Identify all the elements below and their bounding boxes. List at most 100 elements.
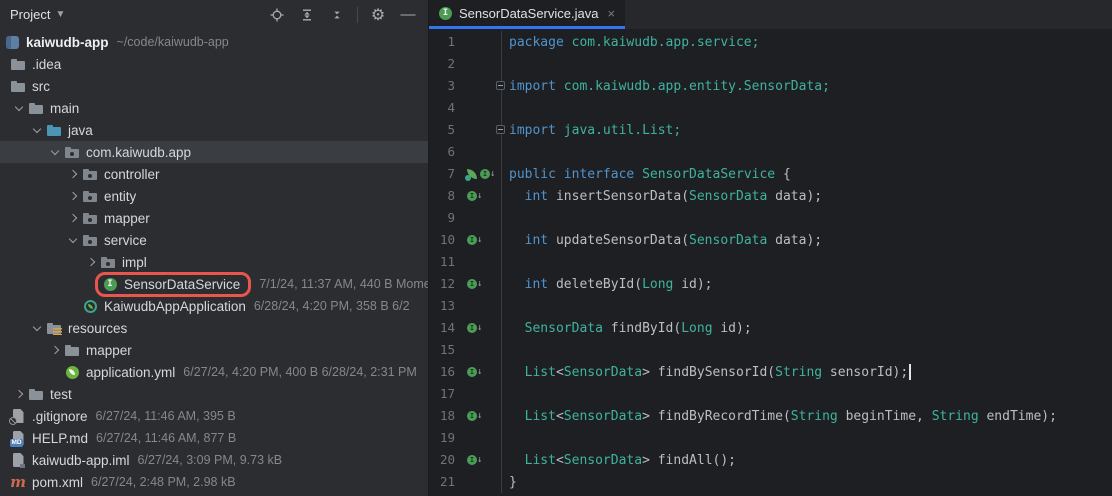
implemented-icon[interactable]: I↓ xyxy=(467,455,482,465)
implemented-icon[interactable]: I↓ xyxy=(467,411,482,421)
code-line-16[interactable]: 16I↓ List<SensorData> findBySensorId(Str… xyxy=(429,361,1112,383)
implemented-icon[interactable]: I↓ xyxy=(467,235,482,245)
locate-file-icon[interactable] xyxy=(265,4,289,26)
line-number[interactable]: 18 xyxy=(429,405,455,427)
chevron-down-icon[interactable] xyxy=(64,238,82,242)
code-line-3[interactable]: 3import com.kaiwudb.app.entity.SensorDat… xyxy=(429,75,1112,97)
line-number[interactable]: 16 xyxy=(429,361,455,383)
line-number[interactable]: 7 xyxy=(429,163,455,185)
line-number[interactable]: 10 xyxy=(429,229,455,251)
code-line-11[interactable]: 11 xyxy=(429,251,1112,273)
code-text xyxy=(501,383,1112,405)
code-line-6[interactable]: 6 xyxy=(429,141,1112,163)
tree-item-src[interactable]: src xyxy=(0,75,428,97)
tree-item-help-md[interactable]: MDHELP.md6/27/24, 11:46 AM, 877 B xyxy=(0,427,428,449)
line-number[interactable]: 17 xyxy=(429,383,455,405)
tree-item-main[interactable]: main xyxy=(0,97,428,119)
fold-marker-icon[interactable] xyxy=(496,81,505,90)
implemented-icon[interactable]: I↓ xyxy=(467,367,482,377)
line-number[interactable]: 5 xyxy=(429,119,455,141)
close-icon[interactable]: × xyxy=(607,6,615,21)
line-number[interactable]: 15 xyxy=(429,339,455,361)
code-line-13[interactable]: 13 xyxy=(429,295,1112,317)
line-number[interactable]: 19 xyxy=(429,427,455,449)
tree-item-gitignore[interactable]: .gitignore6/27/24, 11:46 AM, 395 B xyxy=(0,405,428,427)
code-line-17[interactable]: 17 xyxy=(429,383,1112,405)
code-line-5[interactable]: 5import java.util.List; xyxy=(429,119,1112,141)
tree-item-kaiwudb-app-iml[interactable]: kaiwudb-app.iml6/27/24, 3:09 PM, 9.73 kB xyxy=(0,449,428,471)
tree-item-label: com.kaiwudb.app xyxy=(86,145,191,160)
code-line-19[interactable]: 19 xyxy=(429,427,1112,449)
chevron-down-icon[interactable]: ▼ xyxy=(55,9,65,20)
line-number[interactable]: 9 xyxy=(429,207,455,229)
chevron-right-icon[interactable] xyxy=(64,215,82,221)
line-number[interactable]: 21 xyxy=(429,471,455,493)
chevron-right-icon[interactable] xyxy=(46,347,64,353)
collapse-all-icon[interactable] xyxy=(325,4,349,26)
line-number[interactable]: 13 xyxy=(429,295,455,317)
implemented-icon[interactable]: I↓ xyxy=(480,169,495,179)
line-number[interactable]: 6 xyxy=(429,141,455,163)
tree-item-application-yml[interactable]: application.yml6/27/24, 4:20 PM, 400 B 6… xyxy=(0,361,428,383)
expand-all-icon[interactable] xyxy=(295,4,319,26)
code-line-9[interactable]: 9 xyxy=(429,207,1112,229)
tree-item-java[interactable]: java xyxy=(0,119,428,141)
folder-icon xyxy=(10,56,26,72)
line-number[interactable]: 8 xyxy=(429,185,455,207)
code-line-10[interactable]: 10I↓ int updateSensorData(SensorData dat… xyxy=(429,229,1112,251)
chevron-right-icon[interactable] xyxy=(64,171,82,177)
line-number[interactable]: 4 xyxy=(429,97,455,119)
code-line-2[interactable]: 2 xyxy=(429,53,1112,75)
implemented-icon[interactable]: I↓ xyxy=(467,191,482,201)
implemented-icon[interactable]: I↓ xyxy=(467,279,482,289)
code-line-7[interactable]: 7I↓public interface SensorDataService { xyxy=(429,163,1112,185)
line-number[interactable]: 2 xyxy=(429,53,455,75)
tree-item-com-kaiwudb-app[interactable]: com.kaiwudb.app xyxy=(0,141,428,163)
chevron-down-icon[interactable] xyxy=(28,128,46,132)
chevron-down-icon[interactable] xyxy=(46,150,64,154)
line-number[interactable]: 20 xyxy=(429,449,455,471)
spring-bean-icon[interactable] xyxy=(467,169,477,179)
tree-item-sensordataservice[interactable]: ISensorDataService7/1/24, 11:37 AM, 440 … xyxy=(0,273,428,295)
line-number[interactable]: 1 xyxy=(429,31,455,53)
line-number[interactable]: 14 xyxy=(429,317,455,339)
tree-item-idea[interactable]: .idea xyxy=(0,53,428,75)
tree-item-mapper[interactable]: mapper xyxy=(0,339,428,361)
tree-item-service[interactable]: service xyxy=(0,229,428,251)
chevron-right-icon[interactable] xyxy=(64,193,82,199)
chevron-right-icon[interactable] xyxy=(10,391,28,397)
tree-item-entity[interactable]: entity xyxy=(0,185,428,207)
tree-item-mapper[interactable]: mapper xyxy=(0,207,428,229)
tree-item-kaiwudb-app[interactable]: kaiwudb-app~/code/kaiwudb-app xyxy=(0,31,428,53)
code-line-14[interactable]: 14I↓ SensorData findById(Long id); xyxy=(429,317,1112,339)
settings-gear-icon[interactable]: ⚙ xyxy=(366,4,390,26)
line-number[interactable]: 12 xyxy=(429,273,455,295)
implemented-icon[interactable]: I↓ xyxy=(467,323,482,333)
code-line-12[interactable]: 12I↓ int deleteById(Long id); xyxy=(429,273,1112,295)
line-number[interactable]: 11 xyxy=(429,251,455,273)
project-panel: Project ▼ ⚙ — kaiwudb-app~/code/kaiwudb-… xyxy=(0,0,429,496)
code-line-15[interactable]: 15 xyxy=(429,339,1112,361)
hide-panel-icon[interactable]: — xyxy=(396,4,420,26)
tab-sensordataservice-java[interactable]: I SensorDataService.java × xyxy=(429,0,625,29)
tree-item-test[interactable]: test xyxy=(0,383,428,405)
line-number[interactable]: 3 xyxy=(429,75,455,97)
chevron-down-icon[interactable] xyxy=(28,326,46,330)
code-line-1[interactable]: 1package com.kaiwudb.app.service; xyxy=(429,31,1112,53)
fold-marker-icon[interactable] xyxy=(496,125,505,134)
chevron-down-icon[interactable] xyxy=(10,106,28,110)
tree-item-impl[interactable]: impl xyxy=(0,251,428,273)
chevron-right-icon[interactable] xyxy=(82,259,100,265)
tree-item-resources[interactable]: resources xyxy=(0,317,428,339)
code-line-21[interactable]: 21} xyxy=(429,471,1112,493)
code-line-4[interactable]: 4 xyxy=(429,97,1112,119)
code-text: List<SensorData> findByRecordTime(String… xyxy=(501,405,1112,427)
code-line-20[interactable]: 20I↓ List<SensorData> findAll(); xyxy=(429,449,1112,471)
tree-item-controller[interactable]: controller xyxy=(0,163,428,185)
tree-item-pom-xml[interactable]: mpom.xml6/27/24, 2:48 PM, 2.98 kB xyxy=(0,471,428,493)
project-tool-window-title[interactable]: Project xyxy=(10,7,50,22)
code-line-18[interactable]: 18 I↓ List<SensorData> findByRecordTime(S… xyxy=(429,405,1112,427)
tree-item-kaiwudbappapplication[interactable]: KaiwudbAppApplication6/28/24, 4:20 PM, 3… xyxy=(0,295,428,317)
code-line-8[interactable]: 8I↓ int insertSensorData(SensorData data… xyxy=(429,185,1112,207)
code-area[interactable]: 1package com.kaiwudb.app.service;23impor… xyxy=(429,29,1112,496)
